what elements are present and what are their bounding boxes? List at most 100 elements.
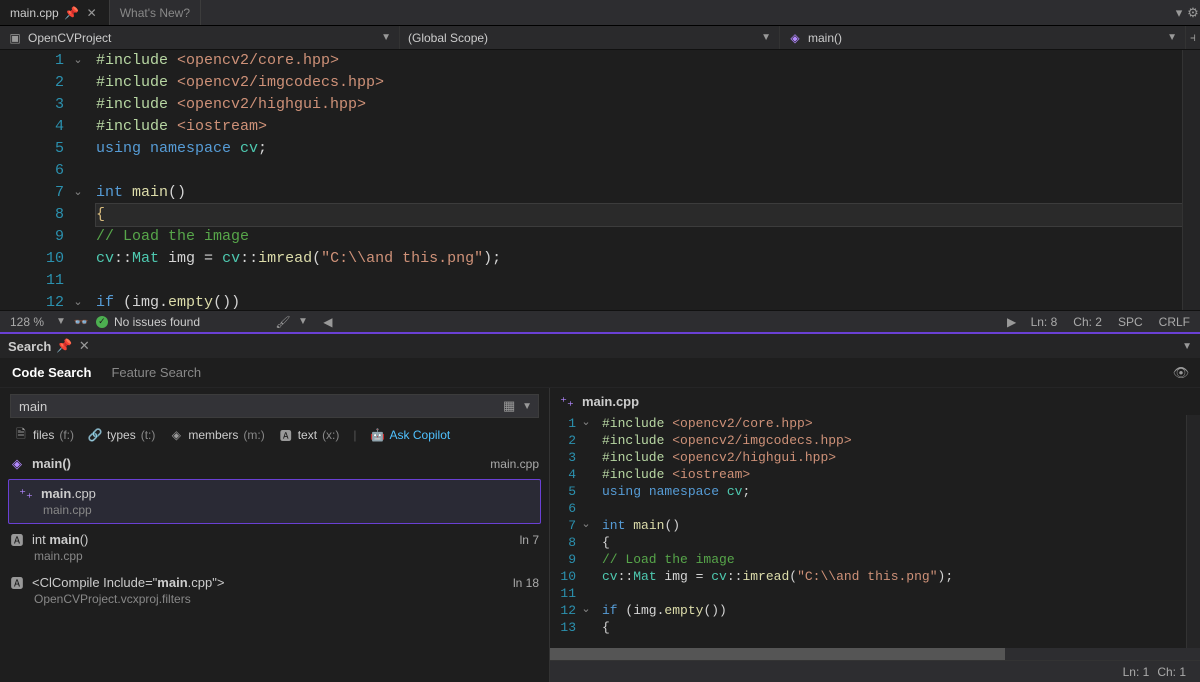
tab-main-cpp[interactable]: main.cpp 📌 ✕ [0,0,110,25]
preview-filename: main.cpp [582,394,639,409]
editor-tabs: main.cpp 📌 ✕ What's New? ▾ ⚙ [0,0,1200,26]
preview-status: Ln: 1 Ch: 1 [550,660,1200,682]
issues-label: No issues found [114,315,200,329]
preview-content: #include <opencv2/core.hpp>#include <ope… [598,415,1186,648]
text-icon: 🅰 [279,428,293,442]
fold-icon[interactable]: ⌄ [578,517,594,534]
cpp-icon: ⁺₊ [19,487,33,501]
search-result[interactable]: ◈ main() main.cpp [0,450,549,477]
code-content[interactable]: #include <opencv2/core.hpp>#include <ope… [90,50,1182,310]
h-scrollbar[interactable] [550,648,1200,660]
filter-types[interactable]: 🔗types(t:) [88,428,155,442]
gear-icon[interactable]: ⚙ [1186,6,1200,20]
split-icon[interactable]: ⫞ [1186,31,1200,45]
copilot-icon: 🤖 [371,428,385,442]
fold-icon[interactable]: ⌄ [578,415,594,432]
tab-whats-new[interactable]: What's New? [110,0,201,25]
scope-label: (Global Scope) [408,31,488,45]
abl-icon: 🅰 [10,533,24,547]
chevron-down-icon[interactable]: ▾ [1172,6,1186,20]
filter-icon[interactable]: ▦ [502,399,516,413]
check-icon: ✓ [96,316,108,328]
search-filters: 🗎files(f:) 🔗types(t:) ◈members(m:) 🅰text… [0,424,549,450]
tab-code-search[interactable]: Code Search [12,365,91,380]
spaces-indicator[interactable]: SPC [1114,315,1147,329]
type-icon: 🔗 [88,428,102,442]
brush-icon[interactable]: 🖌 [276,315,290,329]
result-location: main.cpp [490,457,539,471]
result-location: ln 18 [513,576,539,590]
lineending-indicator[interactable]: CRLF [1155,315,1194,329]
tab-label: What's New? [120,6,190,20]
result-path: main.cpp [19,503,530,517]
method-dropdown[interactable]: ◈ main() ▼ [780,26,1186,49]
search-input-container: ▦ ▼ [10,394,539,418]
line-gutter: 1⌄234567⌄89101112⌄ [0,50,90,310]
scope-dropdown[interactable]: (Global Scope) ▼ [400,26,780,49]
project-icon: ▣ [8,31,22,45]
pin-icon[interactable]: 📌 [65,6,79,20]
file-icon: 🗎 [14,428,28,442]
glasses-icon[interactable]: 👓 [74,315,88,329]
search-tabs: Code Search Feature Search 👁 [0,358,1200,388]
search-result[interactable]: 🅰 <ClCompile Include="main.cpp"> ln 18 Open… [0,569,549,612]
fold-icon[interactable]: ⌄ [70,182,86,204]
line-indicator[interactable]: Ln: 8 [1027,315,1062,329]
fold-icon[interactable]: ⌄ [70,50,86,72]
result-label: <ClCompile Include="main.cpp"> [32,575,224,590]
code-editor[interactable]: 1⌄234567⌄89101112⌄ #include <opencv2/cor… [0,50,1200,310]
chevron-down-icon: ▼ [1167,32,1177,43]
ask-copilot[interactable]: 🤖Ask Copilot [371,428,451,442]
method-label: main() [808,31,842,45]
filter-files[interactable]: 🗎files(f:) [14,428,74,442]
search-result[interactable]: 🅰int main() ln 7 main.cpp [0,526,549,569]
tab-feature-search[interactable]: Feature Search [111,365,201,380]
context-toolbar: ▣ OpenCVProject ▼ (Global Scope) ▼ ◈ mai… [0,26,1200,50]
fold-icon[interactable]: ⌄ [70,292,86,314]
preview-line-indicator: Ln: 1 [1119,665,1154,679]
preview-char-indicator: Ch: 1 [1153,665,1190,679]
issues-status[interactable]: ✓ No issues found [96,315,200,329]
result-label: main() [32,456,71,471]
close-icon[interactable]: ✕ [77,339,91,353]
cpp-icon: ⁺₊ [560,395,574,409]
pin-icon[interactable]: 📌 [57,339,71,353]
result-path: OpenCVProject.vcxproj.filters [10,592,539,606]
filter-members[interactable]: ◈members(m:) [169,428,264,442]
tab-label: main.cpp [10,6,59,20]
filter-text[interactable]: 🅰text(x:) [279,428,340,442]
cube-icon: ◈ [169,428,183,442]
search-results-pane: ▦ ▼ 🗎files(f:) 🔗types(t:) ◈members(m:) 🅰… [0,388,550,682]
search-body: ▦ ▼ 🗎files(f:) 🔗types(t:) ◈members(m:) 🅰… [0,388,1200,682]
chevron-down-icon: ▼ [381,32,391,43]
result-label: int main() [32,532,88,547]
scrollbar[interactable] [1186,415,1200,648]
preview-editor[interactable]: 1⌄234567⌄89101112⌄13 #include <opencv2/c… [550,415,1200,648]
result-location: ln 7 [520,533,539,547]
search-result[interactable]: ⁺₊ main.cpp main.cpp [8,479,541,524]
cube-icon: ◈ [10,457,24,471]
chevron-down-icon[interactable]: ▼ [1182,341,1192,352]
chevron-down-icon[interactable]: ▼ [516,401,538,412]
scroll-right-icon[interactable]: ▶ [1005,315,1019,329]
chevron-down-icon[interactable]: ▼ [56,316,66,327]
scrollbar[interactable] [1182,50,1200,310]
eye-off-icon[interactable]: 👁 [1174,366,1188,380]
search-results: ◈main()main.cpp⁺₊main.cppmain.cpp🅰int ma… [0,450,549,682]
search-input[interactable] [11,399,502,414]
chevron-down-icon: ▼ [761,32,771,43]
char-indicator[interactable]: Ch: 2 [1069,315,1106,329]
method-icon: ◈ [788,31,802,45]
abl-icon: 🅰 [10,576,24,590]
search-title: Search [8,339,51,354]
fold-icon[interactable]: ⌄ [578,602,594,619]
scroll-left-icon[interactable]: ◀ [316,315,330,329]
result-label: main.cpp [41,486,96,501]
preview-header: ⁺₊ main.cpp [550,388,1200,415]
zoom-level[interactable]: 128 % [6,315,48,329]
close-icon[interactable]: ✕ [85,6,99,20]
project-dropdown[interactable]: ▣ OpenCVProject ▼ [0,26,400,49]
project-name: OpenCVProject [28,31,111,45]
preview-gutter: 1⌄234567⌄89101112⌄13 [550,415,598,648]
result-path: main.cpp [10,549,539,563]
